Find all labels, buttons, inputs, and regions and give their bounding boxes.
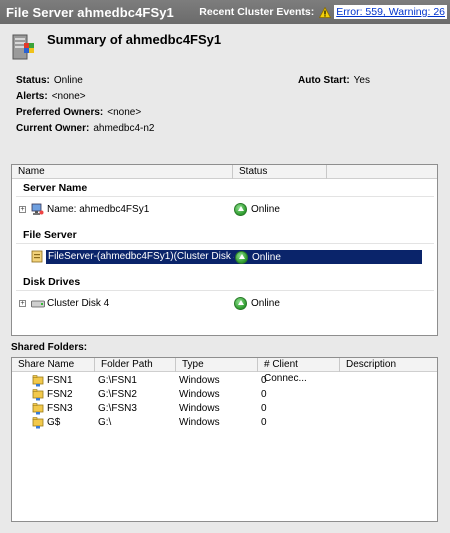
group-divider: [16, 243, 434, 244]
share-name: G$: [47, 417, 61, 428]
current-owner-label: Current Owner:: [16, 123, 90, 134]
table-row[interactable]: FSN1 G:\FSN1 Windows 0: [12, 374, 437, 388]
alerts-label: Alerts:: [16, 91, 48, 102]
table-row[interactable]: G$ G:\ Windows 0: [12, 416, 437, 430]
client-connections: 0: [261, 403, 267, 414]
status-label: Status:: [16, 75, 50, 86]
online-icon: [234, 203, 247, 216]
shared-folders-list: Share Name Folder Path Type # Client Con…: [11, 357, 438, 522]
resource-list: Name Status Server Name + Name: ahmedbc4…: [11, 164, 438, 336]
table-row[interactable]: FSN2 G:\FSN2 Windows 0: [12, 388, 437, 402]
share-name: FSN1: [47, 375, 73, 386]
file-server-icon: [12, 34, 34, 60]
expand-button[interactable]: +: [19, 206, 26, 213]
current-owner-property: Current Owner: ahmedbc4-n2: [16, 123, 155, 134]
group-divider: [16, 196, 434, 197]
resource-column-header: Name Status: [12, 165, 437, 179]
disk-drive-icon: [31, 300, 45, 308]
share-type: Windows: [179, 417, 220, 428]
client-connections: 0: [261, 375, 267, 386]
warning-icon: [319, 6, 332, 18]
share-name: FSN2: [47, 389, 73, 400]
alerts-value: <none>: [51, 91, 86, 102]
status-text: Online: [251, 298, 280, 309]
client-connections: 0: [261, 417, 267, 428]
preferred-owners-label: Preferred Owners:: [16, 107, 104, 118]
client-connections: 0: [261, 389, 267, 400]
folder-path: G:\: [98, 417, 112, 428]
group-divider: [16, 290, 434, 291]
events-link[interactable]: Error: 559, Warning: 26: [334, 5, 447, 19]
shared-folder-icon: [32, 403, 44, 415]
column-share-name[interactable]: Share Name: [12, 358, 95, 372]
column-status[interactable]: Status: [233, 165, 327, 179]
preferred-owners-property: Preferred Owners: <none>: [16, 107, 141, 118]
network-name-icon: [31, 203, 44, 215]
share-type: Windows: [179, 375, 220, 386]
share-type: Windows: [179, 389, 220, 400]
share-type: Windows: [179, 403, 220, 414]
title-bar: File Server ahmedbc4FSy1 Recent Cluster …: [0, 0, 450, 24]
auto-start-value: Yes: [353, 75, 370, 86]
group-server-name: Server Name: [23, 182, 88, 194]
resource-status: Online: [234, 203, 280, 216]
alerts-property: Alerts: <none>: [16, 91, 86, 102]
column-empty: [327, 165, 438, 179]
folder-path: G:\FSN3: [98, 403, 137, 414]
status-text: Online: [251, 204, 280, 215]
group-disk-drives: Disk Drives: [23, 276, 81, 288]
recent-events-label: Recent Cluster Events:: [199, 6, 315, 18]
status-value: Online: [53, 75, 83, 86]
resource-row-disk[interactable]: + Cluster Disk 4 Online: [12, 297, 437, 311]
column-folder-path[interactable]: Folder Path: [95, 358, 176, 372]
shared-folders-column-header: Share Name Folder Path Type # Client Con…: [12, 358, 438, 384]
expand-button[interactable]: +: [19, 300, 26, 307]
recent-events: Recent Cluster Events: Error: 559, Warni…: [199, 5, 447, 19]
folder-path: G:\FSN1: [98, 375, 137, 386]
resource-status: Online: [234, 297, 280, 310]
window-title: File Server ahmedbc4FSy1: [6, 4, 174, 20]
summary-title: Summary of ahmedbc4FSy1: [47, 32, 222, 47]
shared-folder-icon: [32, 417, 44, 429]
resource-row-file-server[interactable]: FileServer-(ahmedbc4FSy1)(Cluster Disk 4…: [12, 250, 437, 264]
shared-folder-icon: [32, 375, 44, 387]
resource-status: Online: [234, 250, 422, 264]
file-server-icon: [31, 250, 43, 263]
resource-name: Cluster Disk 4: [47, 298, 110, 309]
share-name: FSN3: [47, 403, 73, 414]
auto-start-property: Auto Start: Yes: [298, 75, 370, 86]
group-file-server: File Server: [23, 229, 77, 241]
folder-path: G:\FSN2: [98, 389, 137, 400]
shared-folders-label: Shared Folders:: [11, 342, 88, 353]
table-row[interactable]: FSN3 G:\FSN3 Windows 0: [12, 402, 437, 416]
status-text: Online: [252, 251, 281, 263]
status-property: Status: Online: [16, 75, 83, 86]
column-description[interactable]: Description: [340, 358, 438, 372]
online-icon: [234, 297, 247, 310]
shared-folder-icon: [32, 389, 44, 401]
auto-start-label: Auto Start:: [298, 75, 350, 86]
summary-section: Summary of ahmedbc4FSy1 Status: Online Au…: [0, 24, 450, 164]
preferred-owners-value: <none>: [107, 107, 142, 118]
resource-row-server-name[interactable]: + Name: ahmedbc4FSy1 Online: [12, 203, 437, 217]
column-type[interactable]: Type: [176, 358, 258, 372]
column-name[interactable]: Name: [12, 165, 233, 179]
online-icon: [235, 250, 248, 264]
column-client-connections[interactable]: # Client Connec...: [258, 358, 340, 384]
current-owner-value: ahmedbc4-n2: [93, 123, 155, 134]
resource-name: FileServer-(ahmedbc4FSy1)(Cluster Disk 4…: [46, 250, 245, 264]
resource-name: Name: ahmedbc4FSy1: [47, 204, 150, 215]
